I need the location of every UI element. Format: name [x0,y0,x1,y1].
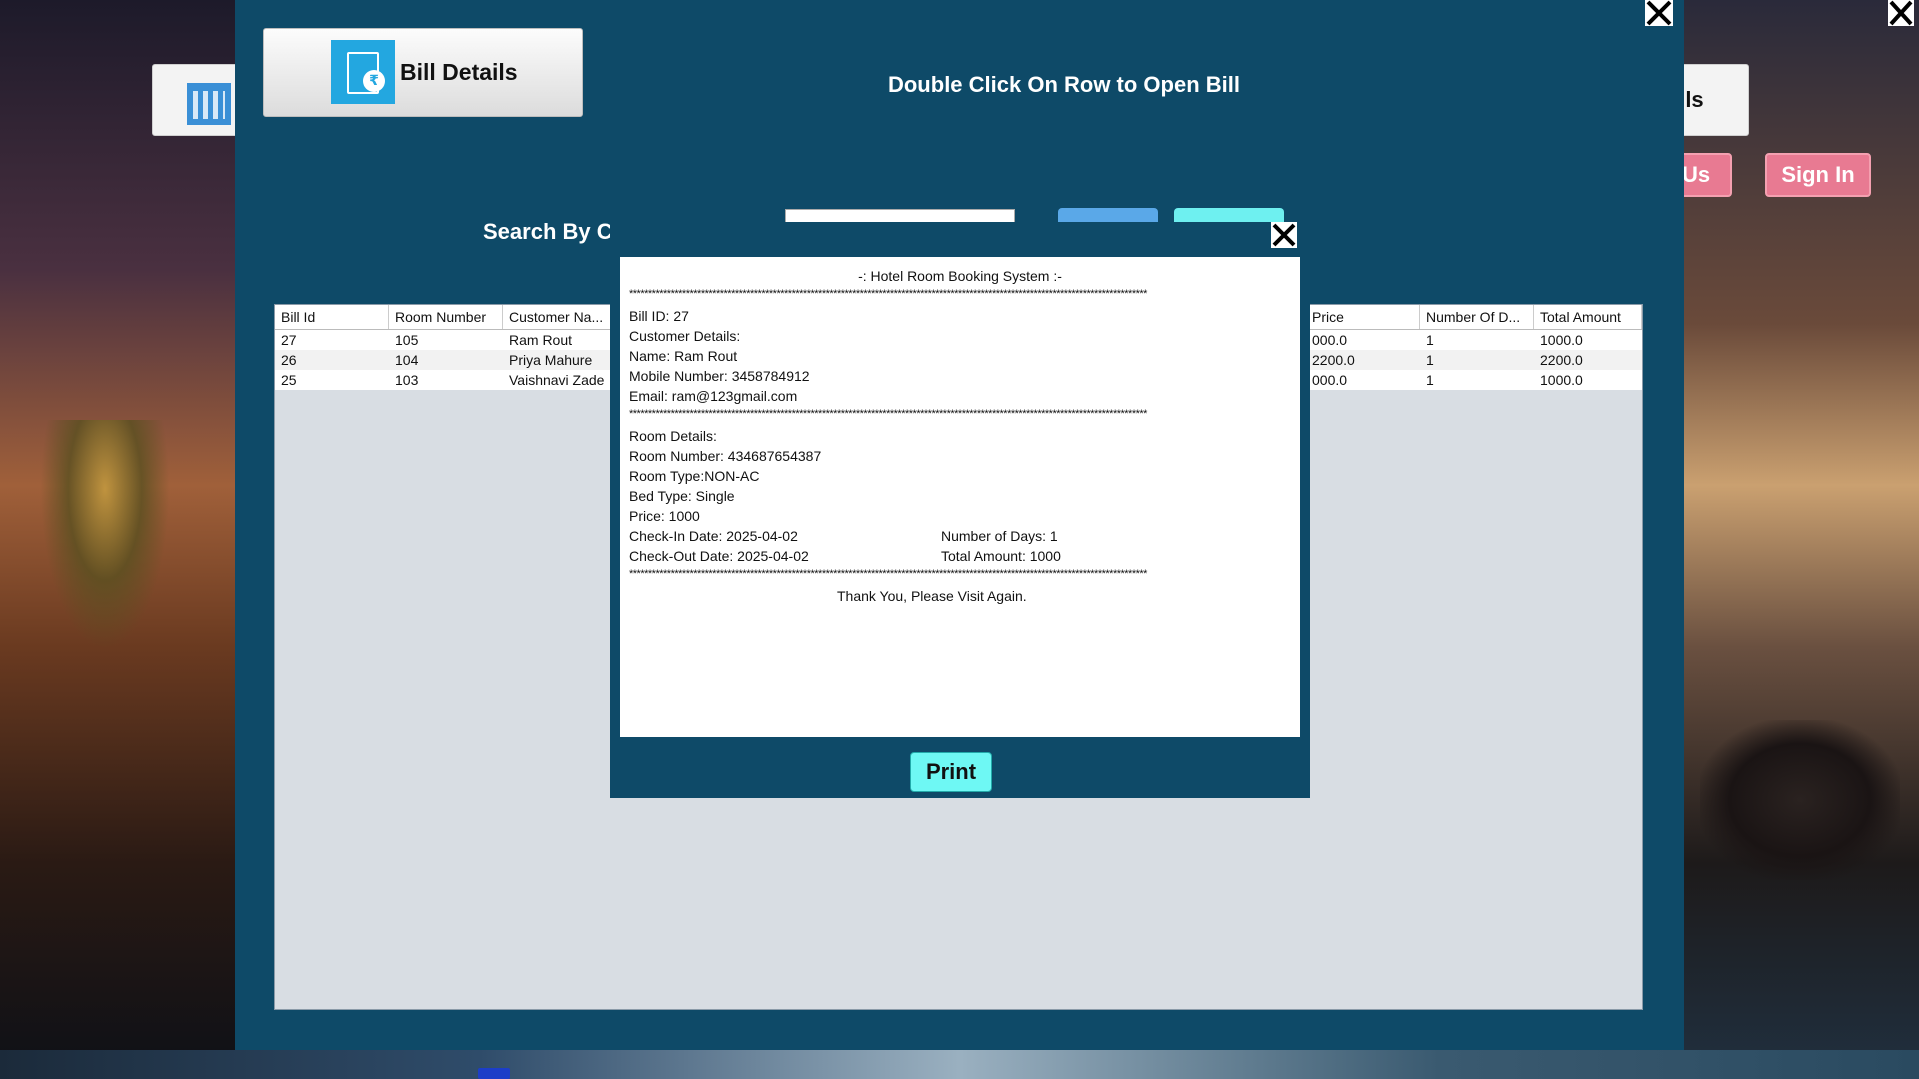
cell-bill-id: 25 [281,372,297,388]
receipt-room-details: Room Details: [629,428,717,444]
cell-room: 103 [395,372,419,388]
receipt-header: -: Hotel Room Booking System :- [858,268,1062,284]
cell-customer: Vaishnavi Zade [509,372,605,388]
popup-close-icon[interactable] [1271,222,1297,248]
bill-window-close-icon[interactable] [1645,0,1673,26]
cell-bill-id: 27 [281,332,297,348]
cell-bill-id: 26 [281,352,297,368]
cell-total: 1000.0 [1540,372,1583,388]
sign-in-label: Sign In [1781,162,1855,187]
contact-us-label: Us [1681,162,1711,187]
receipt-room-number: Room Number: 434687654387 [629,448,822,464]
cell-total: 1000.0 [1540,332,1583,348]
bill-details-label: Bill Details [400,59,518,85]
print-button[interactable]: Print [910,752,992,792]
cell-price: 000.0 [1312,332,1348,348]
column-header[interactable]: Price [1306,305,1420,329]
cell-total: 2200.0 [1540,352,1583,368]
cell-days: 1 [1426,372,1434,388]
sign-in-button[interactable]: Sign In [1765,153,1871,197]
receipt-check-in: Check-In Date: 2025-04-02 [629,528,798,544]
column-header[interactable]: Number Of D... [1420,305,1534,329]
receipt-total: Total Amount: 1000 [941,548,1061,564]
receipt-customer-details: Customer Details: [629,328,741,344]
receipt-mobile: Mobile Number: 3458784912 [629,368,810,384]
cell-price: 000.0 [1312,372,1348,388]
reset-button[interactable] [1174,208,1284,222]
bill-document-icon [331,40,395,104]
receipt-email: Email: ram@123gmail.com [629,388,798,404]
bill-details-button[interactable]: Bill Details [263,28,583,117]
taskbar-icon[interactable] [478,1068,510,1079]
cell-customer: Priya Mahure [509,352,593,368]
receipt-room-type: Room Type:NON-AC [629,468,760,484]
main-nav-button-label: ls [1685,87,1704,112]
background-palm [40,420,170,650]
hotel-button[interactable] [152,64,244,136]
cell-days: 1 [1426,352,1434,368]
hotel-building-icon [187,83,231,125]
cell-days: 1 [1426,332,1434,348]
cell-customer: Ram Rout [509,332,573,348]
receipt-name: Name: Ram Rout [629,348,738,364]
receipt-bill-id: Bill ID: 27 [629,308,689,324]
column-header[interactable]: Customer Na... [503,305,617,329]
bill-receipt: -: Hotel Room Booking System :- ********… [620,257,1300,737]
main-close-icon[interactable] [1884,0,1918,26]
receipt-footer: Thank You, Please Visit Again. [837,588,1027,604]
cell-room: 105 [395,332,419,348]
receipt-divider: ****************************************… [629,568,1147,580]
background-chair [1700,720,1900,880]
receipt-divider: ****************************************… [629,408,1147,420]
background-bottom [0,1050,1919,1079]
double-click-hint: Double Click On Row to Open Bill [887,72,1240,97]
receipt-check-out: Check-Out Date: 2025-04-02 [629,548,809,564]
receipt-bed-type: Bed Type: Single [629,488,735,504]
receipt-days: Number of Days: 1 [941,528,1058,544]
receipt-price: Price: 1000 [629,508,700,524]
print-button-label: Print [925,759,977,784]
cell-price: 2200.0 [1312,352,1355,368]
receipt-divider: ****************************************… [629,288,1147,300]
search-by-label: Search By Cl [483,219,610,244]
column-header[interactable]: Total Amount [1534,305,1642,329]
column-header[interactable]: Bill Id [275,305,389,329]
cell-room: 104 [395,352,419,368]
column-header[interactable]: Room Number [389,305,503,329]
search-button[interactable] [1058,208,1158,222]
